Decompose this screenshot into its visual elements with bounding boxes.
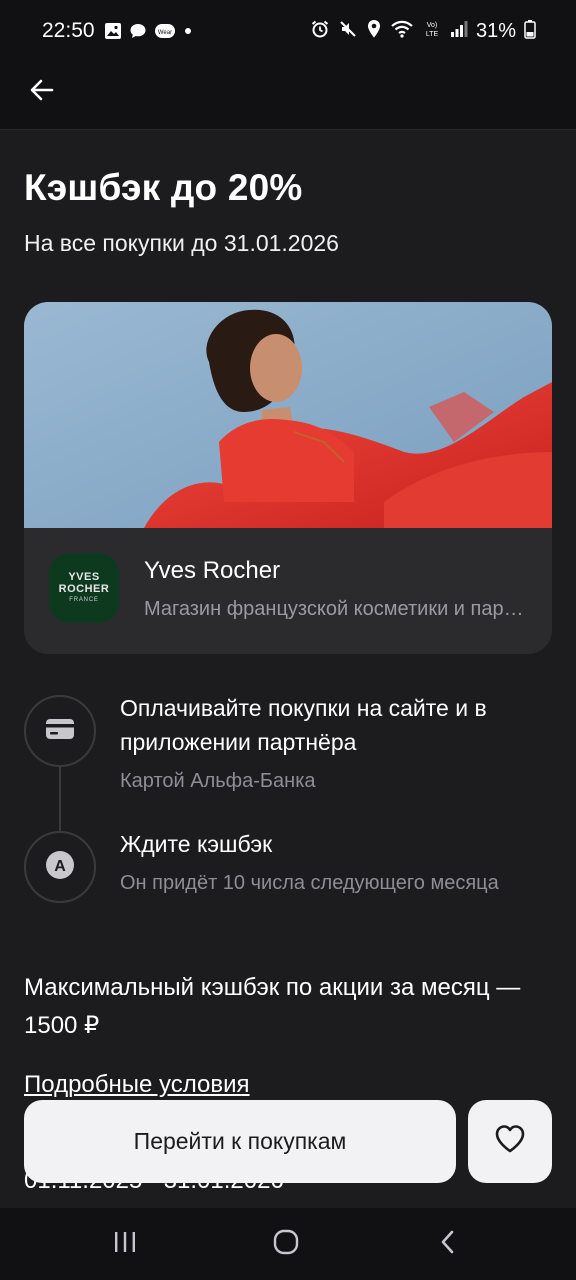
svg-text:A: A — [54, 858, 66, 875]
partner-name: Yves Rocher — [144, 557, 281, 584]
battery-percent: 31% — [475, 20, 516, 42]
wifi-icon — [390, 19, 414, 44]
location-icon — [366, 19, 382, 44]
mute-icon — [338, 19, 358, 44]
dot-icon — [183, 22, 193, 45]
status-bar: 22:50 Wear Vo) LTE 31% — [0, 0, 576, 64]
step-2-subtitle: Он придёт 10 числа следующего месяца — [120, 872, 499, 894]
content-scroll[interactable]: Кэшбэк до 20% На все покупки до 31.01.20… — [0, 131, 576, 1208]
status-time: 22:50 — [42, 19, 95, 42]
card-icon — [45, 718, 75, 745]
step-2-title: Ждите кэшбэк — [120, 831, 273, 857]
logo-text-line3: FRANCE — [69, 597, 99, 604]
page-title: Кэшбэк до 20% — [24, 167, 303, 208]
battery-icon — [524, 19, 536, 44]
heart-icon — [494, 1124, 526, 1159]
signal-icon — [450, 19, 468, 44]
image-icon — [104, 22, 122, 45]
app-bar — [0, 64, 576, 130]
arrow-left-icon — [28, 76, 56, 109]
go-shopping-button[interactable]: Перейти к покупкам — [24, 1100, 456, 1183]
svg-text:Wear: Wear — [158, 30, 172, 36]
step-2-icon-circle: A — [24, 831, 96, 903]
max-cashback-text: Максимальный кэшбэк по акции за месяц — … — [24, 974, 521, 1039]
back-button[interactable] — [22, 72, 62, 112]
system-nav-bar — [0, 1208, 576, 1280]
system-icons: Vo) LTE 31% — [310, 19, 536, 44]
conditions-link[interactable]: Подробные условия — [24, 1071, 250, 1099]
back-icon — [438, 1229, 458, 1260]
nav-back-button[interactable] — [428, 1226, 468, 1262]
partner-logo: YVES ROCHER FRANCE — [49, 553, 119, 623]
alarm-icon — [310, 19, 330, 44]
svg-text:Vo): Vo) — [427, 22, 438, 29]
recents-icon — [112, 1230, 138, 1259]
volte-icon: Vo) LTE — [422, 19, 442, 44]
notification-icons: Wear — [104, 22, 193, 45]
alfa-icon: A — [45, 850, 75, 885]
chat-icon — [129, 22, 147, 45]
partner-description: Магазин французской косметики и парфюмер… — [144, 598, 534, 620]
home-button[interactable] — [266, 1226, 306, 1262]
wear-icon: Wear — [154, 22, 176, 45]
hero-image — [24, 302, 552, 528]
partner-card[interactable]: YVES ROCHER FRANCE Yves Rocher Магазин ф… — [24, 302, 552, 654]
logo-text-line2: ROCHER — [58, 582, 110, 595]
step-1-title: Оплачивайте покупки на сайте и в приложе… — [120, 695, 487, 755]
svg-text:LTE: LTE — [426, 31, 439, 38]
recents-button[interactable] — [105, 1226, 145, 1262]
step-1-icon-circle — [24, 695, 96, 767]
step-1-subtitle: Картой Альфа-Банка — [120, 770, 316, 792]
page-subtitle: На все покупки до 31.01.2026 — [24, 230, 339, 256]
favorite-button[interactable] — [468, 1100, 552, 1183]
home-icon — [272, 1228, 300, 1261]
